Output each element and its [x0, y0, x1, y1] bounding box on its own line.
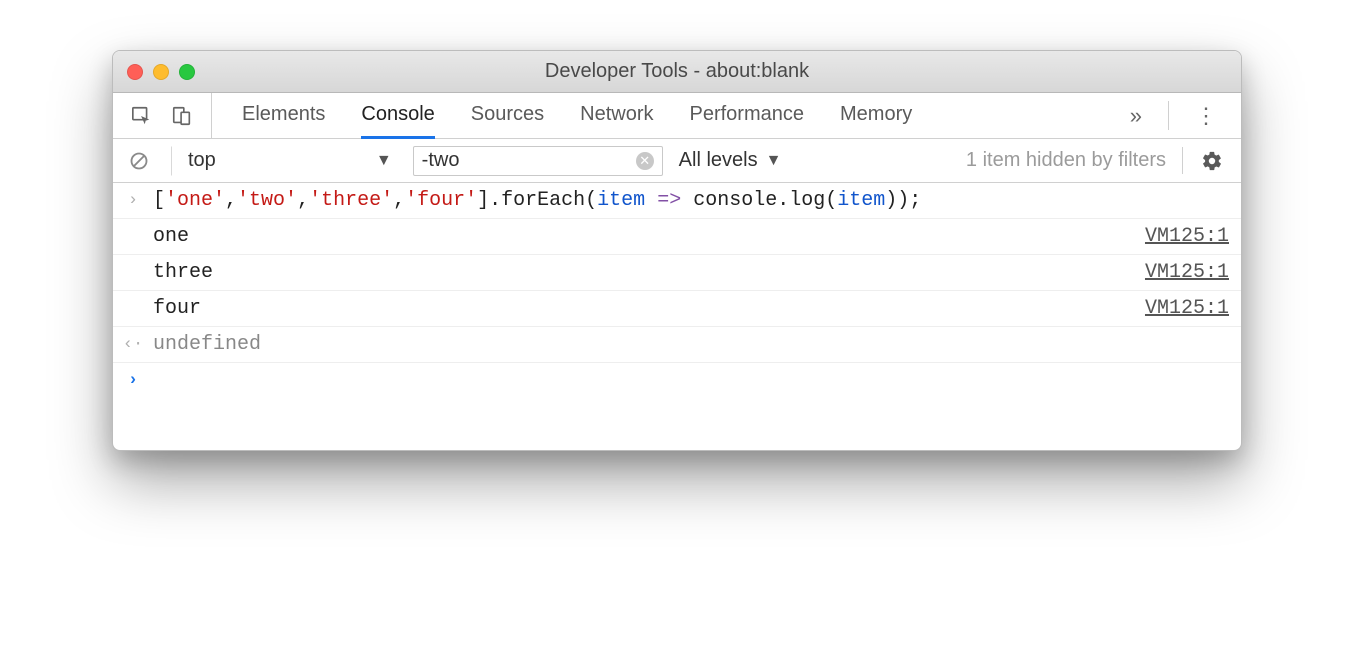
close-window-button[interactable] — [127, 64, 143, 80]
tabs-overflow-button[interactable]: » — [1124, 103, 1148, 129]
clear-console-icon[interactable] — [123, 151, 155, 171]
inspect-element-icon[interactable] — [131, 105, 153, 127]
chevron-down-icon: ▼ — [766, 152, 782, 170]
console-input-row: › ['one','two','three','four'].forEach(i… — [113, 183, 1241, 219]
log-source-link[interactable]: VM125:1 — [1145, 261, 1229, 284]
window-controls — [127, 64, 195, 80]
filter-input[interactable] — [422, 149, 612, 172]
console-prompt-row[interactable]: › — [113, 363, 1241, 450]
console-input-code: ['one','two','three','four'].forEach(ite… — [153, 189, 1229, 212]
inspect-icons-group — [113, 93, 212, 138]
log-gutter — [121, 297, 145, 299]
tab-network[interactable]: Network — [580, 93, 653, 139]
log-source-link[interactable]: VM125:1 — [1145, 225, 1229, 248]
console-toolbar: top ▼ ✕ All levels ▼ 1 item hidden by fi… — [113, 139, 1241, 183]
device-toolbar-icon[interactable] — [171, 105, 193, 127]
divider — [1168, 101, 1169, 130]
divider — [1182, 147, 1183, 174]
log-gutter — [121, 225, 145, 227]
log-levels-selector[interactable]: All levels ▼ — [679, 149, 782, 172]
tabs-right-group: » ⋮ — [1124, 93, 1241, 138]
console-log-row: one VM125:1 — [113, 219, 1241, 255]
titlebar: Developer Tools - about:blank — [113, 51, 1241, 93]
filter-input-wrap[interactable]: ✕ — [413, 146, 663, 176]
tab-performance[interactable]: Performance — [690, 93, 805, 139]
console-log-row: three VM125:1 — [113, 255, 1241, 291]
maximize-window-button[interactable] — [179, 64, 195, 80]
log-text: four — [153, 297, 1137, 320]
input-chevron-icon: › — [121, 189, 145, 210]
tab-sources[interactable]: Sources — [471, 93, 544, 139]
hidden-items-note: 1 item hidden by filters — [966, 149, 1166, 172]
log-gutter — [121, 261, 145, 263]
devtools-tabs-row: Elements Console Sources Network Perform… — [113, 93, 1241, 139]
tab-elements[interactable]: Elements — [242, 93, 325, 139]
minimize-window-button[interactable] — [153, 64, 169, 80]
devtools-menu-button[interactable]: ⋮ — [1189, 103, 1223, 129]
context-selector[interactable]: top ▼ — [171, 146, 403, 176]
window-title: Developer Tools - about:blank — [113, 60, 1241, 83]
return-chevron-icon: ‹· — [121, 333, 145, 354]
console-body: › ['one','two','three','four'].forEach(i… — [113, 183, 1241, 450]
chevron-down-icon: ▼ — [376, 152, 392, 170]
tab-memory[interactable]: Memory — [840, 93, 912, 139]
clear-filter-icon[interactable]: ✕ — [636, 152, 654, 170]
prompt-chevron-icon: › — [121, 369, 145, 390]
console-log-row: four VM125:1 — [113, 291, 1241, 327]
tab-list: Elements Console Sources Network Perform… — [212, 93, 1124, 138]
console-return-row: ‹· undefined — [113, 327, 1241, 363]
tab-console[interactable]: Console — [361, 93, 434, 139]
devtools-window: Developer Tools - about:blank Elements C… — [112, 50, 1242, 451]
return-value: undefined — [153, 333, 1229, 356]
log-source-link[interactable]: VM125:1 — [1145, 297, 1229, 320]
console-settings-icon[interactable] — [1193, 150, 1231, 172]
context-label: top — [188, 149, 216, 172]
log-text: one — [153, 225, 1137, 248]
levels-label: All levels — [679, 149, 758, 172]
log-text: three — [153, 261, 1137, 284]
